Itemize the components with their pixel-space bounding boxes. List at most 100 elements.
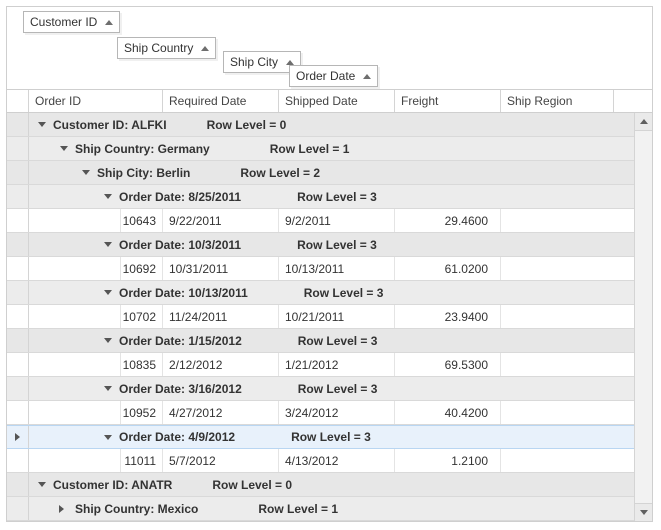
group-box-label: Ship Country xyxy=(124,41,193,55)
row-indicator xyxy=(7,401,29,424)
cell-required-date: 2/12/2012 xyxy=(163,353,279,376)
row-indicator xyxy=(7,281,29,304)
group-row-country[interactable]: Ship Country: Germany Row Level = 1 xyxy=(7,137,634,161)
group-row-order-date[interactable]: Order Date: 10/13/2011Row Level = 3 xyxy=(7,281,634,305)
scroll-track[interactable] xyxy=(635,131,652,503)
cell-required-date: 5/7/2012 xyxy=(163,449,279,472)
group-key-value: ALFKI xyxy=(131,118,166,132)
group-row-country[interactable]: Ship Country: Mexico Row Level = 1 xyxy=(7,497,634,521)
column-header-scroll-spacer xyxy=(614,90,632,112)
cell-freight: 23.9400 xyxy=(395,305,501,328)
group-row-order-date[interactable]: Order Date: 1/15/2012Row Level = 3 xyxy=(7,329,634,353)
scroll-up-button[interactable] xyxy=(635,113,652,131)
row-indicator xyxy=(7,473,29,496)
chevron-up-icon xyxy=(640,119,648,124)
group-key-value: ANATR xyxy=(131,478,172,492)
current-row-icon xyxy=(15,433,20,441)
row-indicator xyxy=(7,113,29,136)
chevron-down-icon xyxy=(640,510,648,515)
row-indicator xyxy=(7,185,29,208)
collapse-icon[interactable] xyxy=(59,144,69,154)
expand-icon[interactable] xyxy=(59,504,69,514)
collapse-icon[interactable] xyxy=(103,192,113,202)
group-box-order-date[interactable]: Order Date xyxy=(289,65,378,87)
collapse-icon[interactable] xyxy=(103,432,113,442)
data-row[interactable]: 1069210/31/201110/13/201161.0200 xyxy=(7,257,634,281)
cell-freight: 40.4200 xyxy=(395,401,501,424)
row-indicator xyxy=(7,449,29,472)
row-level-label: Row Level = xyxy=(207,118,277,132)
collapse-icon[interactable] xyxy=(103,288,113,298)
cell-freight: 69.5300 xyxy=(395,353,501,376)
group-by-panel: Customer ID Ship Country Ship City Order… xyxy=(7,7,652,89)
group-row-order-date[interactable]: Order Date: 8/25/2011Row Level = 3 xyxy=(7,185,634,209)
column-header-required-date[interactable]: Required Date xyxy=(163,90,279,112)
cell-ship-region xyxy=(501,449,634,472)
column-header-row: Order ID Required Date Shipped Date Frei… xyxy=(7,89,652,113)
cell-ship-region xyxy=(501,257,634,280)
row-level-value: 0 xyxy=(285,478,292,492)
row-level-value: 0 xyxy=(280,118,287,132)
cell-ship-region xyxy=(501,209,634,232)
row-indicator xyxy=(7,377,29,400)
cell-order-id: 11011 xyxy=(121,449,163,472)
row-level-value: 1 xyxy=(343,142,350,156)
cell-order-id: 10952 xyxy=(121,401,163,424)
sort-asc-icon xyxy=(105,20,113,25)
row-indicator xyxy=(7,137,29,160)
group-box-label: Ship City xyxy=(230,55,278,69)
cell-freight: 61.0200 xyxy=(395,257,501,280)
scroll-down-button[interactable] xyxy=(635,503,652,521)
collapse-icon[interactable] xyxy=(81,168,91,178)
data-row[interactable]: 110115/7/20124/13/20121.2100 xyxy=(7,449,634,473)
row-level-label: Row Level = xyxy=(270,142,340,156)
cell-ship-region xyxy=(501,353,634,376)
cell-required-date: 11/24/2011 xyxy=(163,305,279,328)
collapse-icon[interactable] xyxy=(103,384,113,394)
column-header-ship-region[interactable]: Ship Region xyxy=(501,90,614,112)
grid-container: Customer ID Ship Country Ship City Order… xyxy=(6,6,653,522)
collapse-icon[interactable] xyxy=(37,480,47,490)
cell-shipped-date: 1/21/2012 xyxy=(279,353,395,376)
row-level-value: 2 xyxy=(313,166,320,180)
cell-order-id: 10835 xyxy=(121,353,163,376)
group-row-customer[interactable]: Customer ID: ALFKI Row Level = 0 xyxy=(7,113,634,137)
data-row[interactable]: 106439/22/20119/2/201129.4600 xyxy=(7,209,634,233)
cell-ship-region xyxy=(501,401,634,424)
collapse-icon[interactable] xyxy=(103,336,113,346)
row-indicator-header xyxy=(7,90,29,112)
vertical-scrollbar[interactable] xyxy=(634,113,652,521)
group-box-label: Order Date xyxy=(296,69,355,83)
group-row-order-date[interactable]: Order Date: 10/3/2011Row Level = 3 xyxy=(7,233,634,257)
group-row-customer[interactable]: Customer ID: ANATR Row Level = 0 xyxy=(7,473,634,497)
cell-required-date: 9/22/2011 xyxy=(163,209,279,232)
group-row-order-date[interactable]: Order Date: 3/16/2012Row Level = 3 xyxy=(7,377,634,401)
group-row-city[interactable]: Ship City: Berlin Row Level = 2 xyxy=(7,161,634,185)
column-header-freight[interactable]: Freight xyxy=(395,90,501,112)
row-indicator xyxy=(7,257,29,280)
cell-freight: 1.2100 xyxy=(395,449,501,472)
group-box-ship-country[interactable]: Ship Country xyxy=(117,37,216,59)
group-key-value: Berlin xyxy=(156,166,190,180)
data-row[interactable]: 109524/27/20123/24/201240.4200 xyxy=(7,401,634,425)
row-indicator xyxy=(7,305,29,328)
grid-body: Customer ID: ALFKI Row Level = 0 Ship Co… xyxy=(7,113,634,521)
data-row[interactable]: 108352/12/20121/21/201269.5300 xyxy=(7,353,634,377)
collapse-icon[interactable] xyxy=(103,240,113,250)
row-indicator xyxy=(7,233,29,256)
group-key-value: Mexico xyxy=(158,502,199,516)
group-key-label: Ship Country: xyxy=(75,502,154,516)
column-header-order-id[interactable]: Order ID xyxy=(29,90,163,112)
cell-order-id: 10643 xyxy=(121,209,163,232)
group-row-order-date[interactable]: Order Date: 4/9/2012Row Level = 3 xyxy=(7,425,634,449)
sort-asc-icon xyxy=(286,60,294,65)
cell-shipped-date: 9/2/2011 xyxy=(279,209,395,232)
row-indicator xyxy=(7,353,29,376)
data-row[interactable]: 1070211/24/201110/21/201123.9400 xyxy=(7,305,634,329)
collapse-icon[interactable] xyxy=(37,120,47,130)
cell-order-id: 10702 xyxy=(121,305,163,328)
group-box-customer-id[interactable]: Customer ID xyxy=(23,11,120,33)
cell-required-date: 10/31/2011 xyxy=(163,257,279,280)
cell-required-date: 4/27/2012 xyxy=(163,401,279,424)
column-header-shipped-date[interactable]: Shipped Date xyxy=(279,90,395,112)
